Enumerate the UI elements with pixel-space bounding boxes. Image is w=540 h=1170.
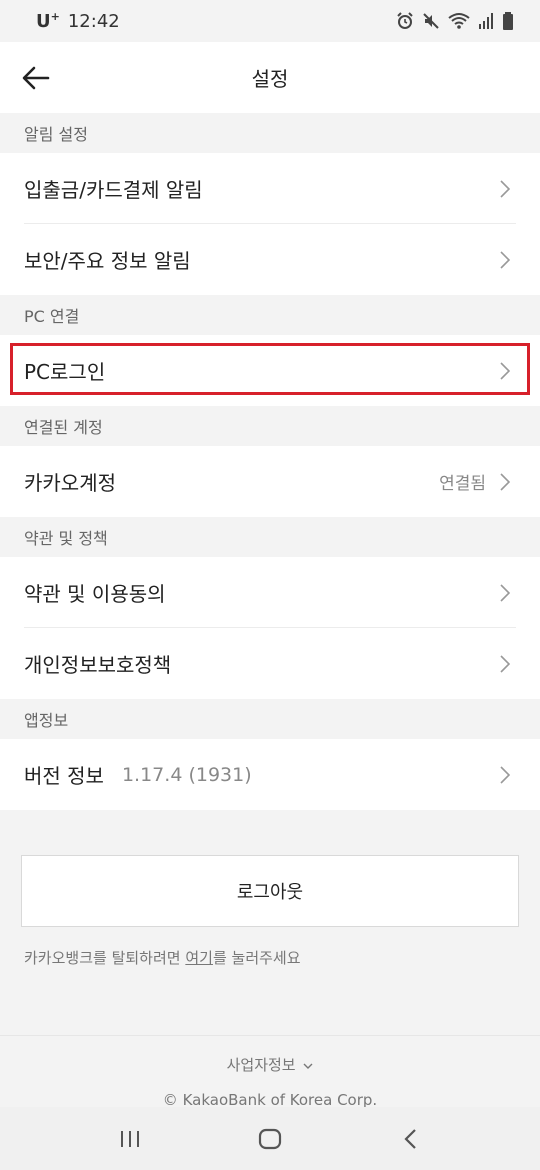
section-header-pc: PC 연결 (0, 295, 540, 335)
back-button[interactable] (20, 63, 52, 93)
row-security-alert[interactable]: 보안/주요 정보 알림 (0, 224, 540, 295)
home-button[interactable] (240, 1114, 300, 1164)
recent-apps-button[interactable] (100, 1114, 160, 1164)
app-header: 설정 (0, 42, 540, 113)
status-time: 12:42 (67, 10, 120, 32)
row-version-info[interactable]: 버전 정보 1.17.4 (1931) (0, 739, 540, 810)
business-info-label: 사업자정보 (226, 1056, 296, 1074)
withdraw-suffix: 를 눌러주세요 (212, 949, 301, 967)
version-number: 1.17.4 (1931) (121, 763, 252, 786)
footer: 사업자정보 © KakaoBank of Korea Corp. (0, 1035, 540, 1109)
system-nav-bar (0, 1107, 540, 1170)
status-icons (396, 12, 514, 30)
battery-icon (503, 12, 513, 30)
row-label: 보안/주요 정보 알림 (24, 249, 191, 273)
chevron-left-icon (404, 1128, 416, 1149)
row-kakao-account[interactable]: 카카오계정 연결됨 (0, 446, 540, 517)
carrier-label: U+ (36, 10, 60, 32)
row-label: 입출금/카드결제 알림 (24, 178, 203, 202)
row-label: 약관 및 이용동의 (24, 582, 166, 606)
chevron-right-icon (500, 179, 510, 198)
row-privacy-policy[interactable]: 개인정보보호정책 (0, 628, 540, 699)
section-header-notifications: 알림 설정 (0, 113, 540, 153)
section-header-policy: 약관 및 정책 (0, 517, 540, 557)
alarm-icon (397, 12, 413, 29)
chevron-right-icon (500, 250, 510, 269)
home-icon (258, 1128, 282, 1149)
row-label: PC로그인 (24, 360, 106, 384)
status-bar: U+ 12:42 (0, 0, 540, 42)
back-nav-button[interactable] (380, 1114, 440, 1164)
mute-icon (423, 13, 439, 29)
wifi-icon (448, 13, 470, 29)
section-header-linked: 연결된 계정 (0, 406, 540, 446)
row-status-value: 연결됨 (439, 474, 486, 494)
row-label: 버전 정보 (24, 764, 104, 788)
chevron-right-icon (500, 361, 510, 380)
page-title: 설정 (251, 67, 289, 91)
signal-icon (479, 13, 493, 29)
recent-apps-icon (121, 1130, 139, 1147)
chevron-right-icon (500, 472, 510, 491)
row-label: 개인정보보호정책 (24, 653, 172, 677)
row-deposit-card-alert[interactable]: 입출금/카드결제 알림 (0, 153, 540, 224)
chevron-right-icon (500, 654, 510, 673)
withdraw-prefix: 카카오뱅크를 탈퇴하려면 (24, 949, 186, 967)
withdraw-link[interactable]: 여기 (185, 949, 213, 967)
logout-button[interactable]: 로그아웃 (21, 855, 519, 927)
section-header-appinfo: 앱정보 (0, 699, 540, 739)
row-terms[interactable]: 약관 및 이용동의 (0, 557, 540, 628)
chevron-right-icon (500, 583, 510, 602)
business-info-toggle[interactable]: 사업자정보 (0, 1054, 540, 1075)
chevron-right-icon (500, 765, 510, 784)
withdraw-text: 카카오뱅크를 탈퇴하려면 여기를 눌러주세요 (24, 947, 301, 968)
arrow-left-icon (22, 66, 50, 90)
chevron-down-icon (303, 1063, 313, 1069)
row-pc-login[interactable]: PC로그인 (0, 335, 540, 406)
row-label: 카카오계정 (24, 471, 116, 495)
